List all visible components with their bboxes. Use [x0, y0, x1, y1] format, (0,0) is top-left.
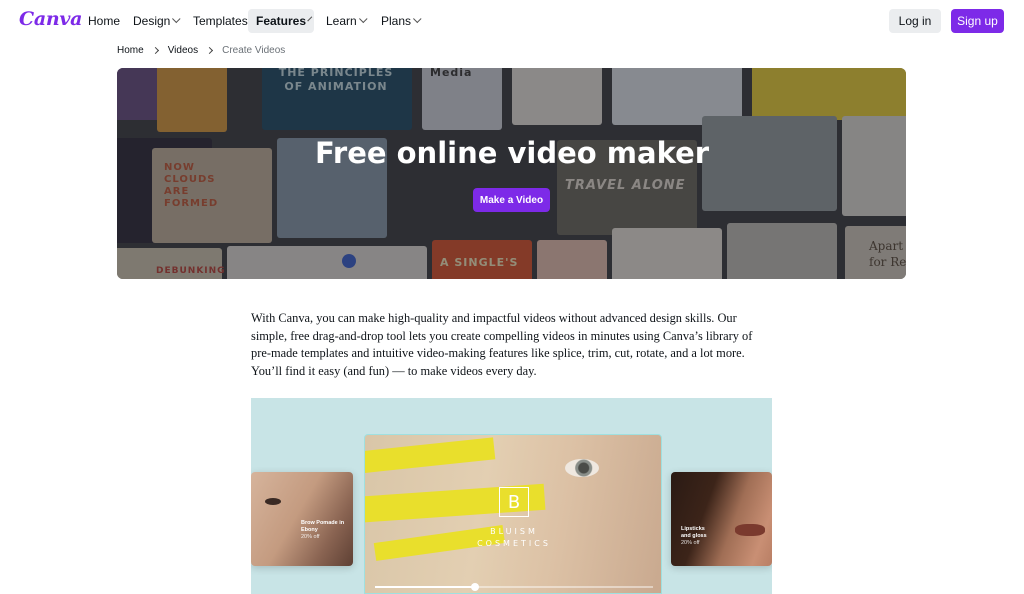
nav-item-label: Features	[256, 14, 307, 28]
template-card-title: Lipsticks and gloss	[681, 526, 707, 539]
template-card-caption: Lipsticks and gloss 20% off	[681, 526, 711, 547]
template-card-caption: Brow Pomade in Ebony 20% off	[301, 520, 345, 541]
model-eye	[565, 459, 599, 477]
template-card-discount: 20% off	[681, 540, 700, 546]
hero-dim-overlay	[117, 68, 906, 279]
login-button[interactable]: Log in	[889, 9, 941, 33]
playback-progress-fill	[375, 586, 476, 588]
breadcrumb: Home Videos Create Videos	[117, 44, 285, 56]
chevron-down-icon	[307, 16, 313, 22]
template-card-discount: 20% off	[301, 534, 320, 540]
nav-item-features[interactable]: Features	[248, 9, 314, 33]
breadcrumb-videos-link[interactable]: Videos	[168, 45, 198, 56]
template-card-brow-pomade[interactable]: Brow Pomade in Ebony 20% off	[251, 472, 353, 566]
nav-item-templates[interactable]: Templates	[185, 9, 256, 33]
nav-item-label: Templates	[193, 14, 248, 28]
nav-item-label: Plans	[381, 14, 412, 28]
template-card-title: Brow Pomade in Ebony	[301, 520, 345, 533]
nav-item-home[interactable]: Home	[80, 9, 128, 33]
template-photo-detail	[735, 524, 765, 536]
nav-item-label: Learn	[326, 14, 357, 28]
intro-paragraph: With Canva, you can make high-quality an…	[251, 311, 753, 378]
video-editor-preview: Brow Pomade in Ebony 20% off Lipsticks a…	[251, 398, 772, 594]
template-photo-detail	[265, 498, 281, 505]
chevron-right-icon	[151, 46, 159, 54]
chevron-down-icon	[172, 14, 181, 24]
nav-item-label: Design	[133, 14, 171, 28]
signup-button[interactable]: Sign up	[951, 9, 1004, 33]
hero-title: Free online video maker	[314, 136, 710, 170]
main-video-frame[interactable]: B BLUISM COSMETICS	[364, 434, 662, 594]
nav-item-label: Home	[88, 14, 121, 28]
nav-item-plans[interactable]: Plans	[373, 9, 429, 33]
nav-item-learn[interactable]: Learn	[318, 9, 375, 33]
brand-monogram: B	[499, 487, 529, 517]
chevron-down-icon	[358, 14, 368, 24]
paint-stroke	[365, 437, 496, 475]
breadcrumb-home-link[interactable]: Home	[117, 45, 144, 56]
canva-logo[interactable]: Canva	[19, 8, 82, 30]
playback-scrubber-handle[interactable]	[471, 583, 480, 591]
hero-banner: THE PRINCIPLES OF ANIMATION Media NOW CL…	[117, 68, 906, 279]
chevron-right-icon	[206, 46, 214, 54]
top-navigation: Canva Home Design Templates Features Lea…	[0, 0, 1024, 42]
make-a-video-button[interactable]: Make a Video	[473, 188, 550, 212]
chevron-down-icon	[413, 14, 422, 24]
brand-name-line-1: BLUISM	[490, 527, 538, 536]
template-card-lipsticks[interactable]: Lipsticks and gloss 20% off	[671, 472, 772, 566]
nav-item-design[interactable]: Design	[125, 9, 188, 33]
breadcrumb-current: Create Videos	[222, 44, 286, 56]
playback-progress-bar[interactable]	[375, 583, 653, 591]
brand-name-line-2: COSMETICS	[477, 539, 551, 548]
